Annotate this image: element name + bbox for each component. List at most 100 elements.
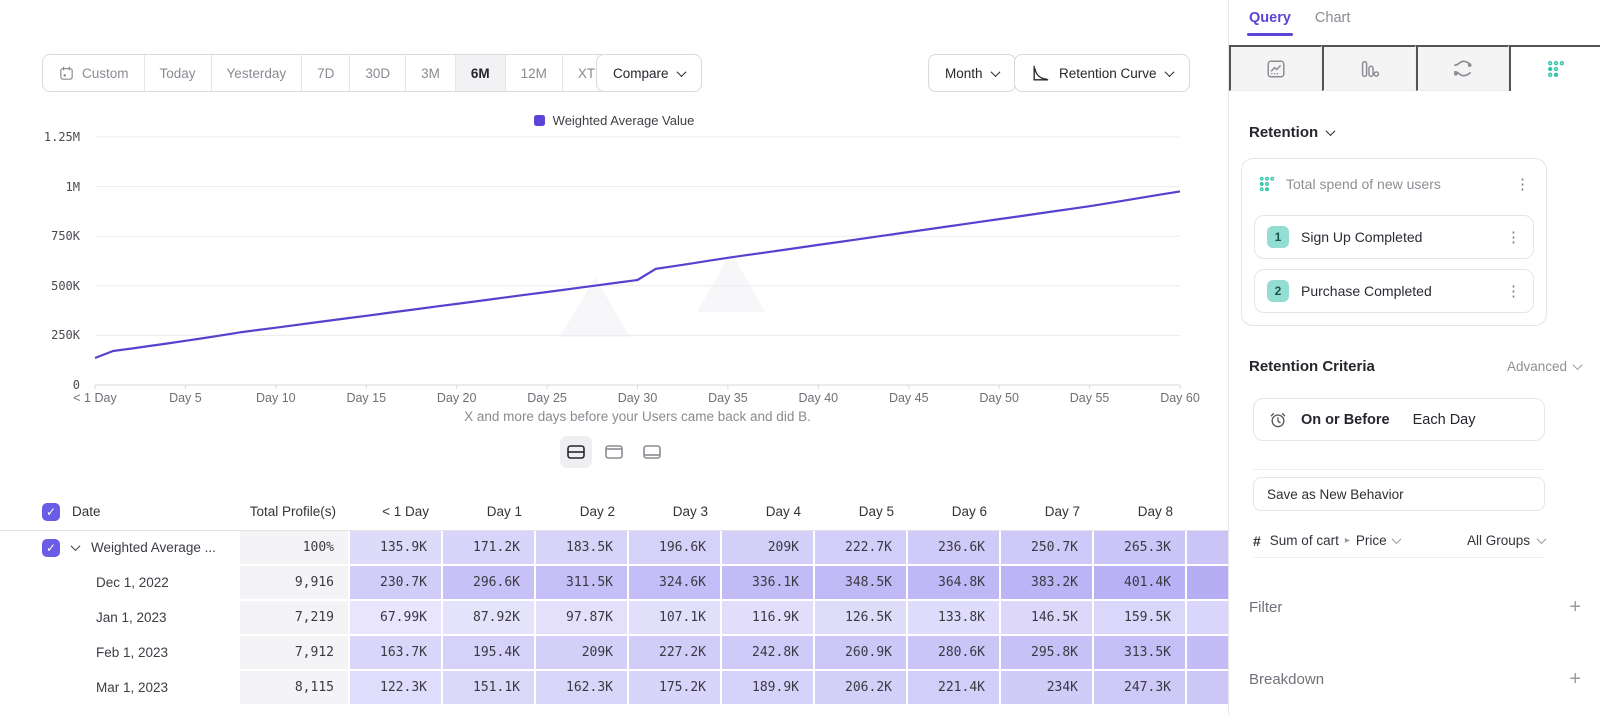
- column-header: Date: [72, 504, 101, 519]
- range-label: 12M: [521, 66, 547, 81]
- table-view-toggle[interactable]: [636, 436, 668, 468]
- chevron-down-icon: [676, 67, 686, 77]
- behavior-title[interactable]: Total spend of new users: [1286, 176, 1503, 192]
- retention-icon: [1546, 59, 1566, 79]
- range-today[interactable]: Today: [145, 55, 212, 91]
- x-axis-tick-label: Day 30: [618, 391, 658, 405]
- insights-icon: [1265, 58, 1287, 80]
- behavior-step-2[interactable]: 2 Purchase Completed ⋮: [1254, 269, 1534, 313]
- x-axis-tick-label: Day 55: [1070, 391, 1110, 405]
- table-cell: 133.8K: [908, 601, 1001, 636]
- watermark-triangle: [560, 277, 630, 337]
- chevron-down-icon[interactable]: [71, 541, 81, 551]
- criteria-timing-selector[interactable]: On or Before Each Day: [1253, 398, 1545, 441]
- chart-line: [95, 191, 1180, 358]
- range-6m[interactable]: 6M: [456, 55, 506, 91]
- table-cell: 311.5K: [536, 566, 629, 601]
- kebab-menu-icon[interactable]: ⋮: [1504, 228, 1523, 246]
- table-cell: 260.9K: [815, 636, 908, 671]
- sidebar-tabs: Query Chart: [1249, 10, 1350, 36]
- table-cell-partial: [1187, 671, 1228, 706]
- add-filter-button[interactable]: +: [1569, 597, 1581, 617]
- report-tab-funnels[interactable]: [1322, 45, 1415, 91]
- table-cell: 242.8K: [722, 636, 815, 671]
- table-row[interactable]: Mar 1, 20238,115122.3K151.1K162.3K175.2K…: [0, 671, 1228, 706]
- row-checkbox[interactable]: ✓: [42, 539, 60, 557]
- table-row[interactable]: Dec 1, 20229,916230.7K296.6K311.5K324.6K…: [0, 566, 1228, 601]
- range-7d[interactable]: 7D: [302, 55, 350, 91]
- table-cell: 236.6K: [908, 531, 1001, 566]
- y-axis-tick-label: 1.25M: [18, 130, 80, 144]
- add-breakdown-button[interactable]: +: [1569, 669, 1581, 689]
- chart-view-toggle[interactable]: [598, 436, 630, 468]
- x-axis-tick-label: < 1 Day: [73, 391, 116, 405]
- range-3m[interactable]: 3M: [406, 55, 456, 91]
- select-all-checkbox[interactable]: ✓: [42, 503, 60, 521]
- chart-caption: X and more days before your Users came b…: [95, 409, 1180, 424]
- split-view-toggle[interactable]: [560, 436, 592, 468]
- report-tab-insights[interactable]: [1229, 45, 1322, 91]
- range-30d[interactable]: 30D: [350, 55, 406, 91]
- table-row[interactable]: Feb 1, 20237,912163.7K195.4K209K227.2K24…: [0, 636, 1228, 671]
- step-label: Purchase Completed: [1301, 283, 1492, 299]
- tab-chart[interactable]: Chart: [1315, 10, 1350, 36]
- kebab-menu-icon[interactable]: ⋮: [1504, 282, 1523, 300]
- query-sidebar: Query Chart Retention Total spend of new…: [1228, 0, 1600, 715]
- filter-label: Filter: [1249, 599, 1282, 616]
- chart-view-icon: [605, 444, 623, 460]
- measure-row: # Sum of cart ▸ Price All Groups: [1253, 524, 1545, 558]
- behavior-card: Total spend of new users ⋮ 1 Sign Up Com…: [1241, 158, 1547, 326]
- table-cell: 230.7K: [350, 566, 443, 601]
- table-header-row: ✓DateTotal Profile(s)< 1 DayDay 1Day 2Da…: [0, 493, 1228, 531]
- breakdown-section: Breakdown +: [1249, 669, 1581, 689]
- table-cell: 175.2K: [629, 671, 722, 706]
- save-as-new-behavior-button[interactable]: Save as New Behavior: [1253, 477, 1545, 511]
- chart-legend[interactable]: Weighted Average Value: [0, 113, 1228, 128]
- range-label: 6M: [471, 66, 490, 81]
- x-axis-tick-label: Day 25: [527, 391, 567, 405]
- step-number-badge: 2: [1267, 280, 1289, 302]
- range-12m[interactable]: 12M: [506, 55, 563, 91]
- row-label: Feb 1, 2023: [96, 645, 168, 660]
- table-cell: 222.7K: [815, 531, 908, 566]
- report-tab-flows[interactable]: [1416, 45, 1509, 91]
- y-axis-tick-label: 500K: [18, 279, 80, 293]
- measure-property-dropdown[interactable]: Sum of cart ▸ Price: [1270, 533, 1400, 548]
- range-label: 30D: [365, 66, 390, 81]
- retention-section-header[interactable]: Retention: [1249, 124, 1334, 141]
- compare-button[interactable]: Compare: [596, 54, 702, 92]
- table-cell-partial: [1187, 531, 1228, 566]
- chart-type-button[interactable]: Retention Curve: [1014, 54, 1190, 92]
- y-axis-tick-label: 1M: [18, 180, 80, 194]
- group-filter-dropdown[interactable]: All Groups: [1467, 533, 1545, 548]
- x-axis-tick-label: Day 15: [346, 391, 386, 405]
- report-tab-retention[interactable]: [1509, 45, 1600, 91]
- tab-query[interactable]: Query: [1249, 10, 1291, 36]
- y-axis-tick-label: 0: [18, 378, 80, 392]
- x-axis-tick-label: Day 5: [169, 391, 202, 405]
- range-custom[interactable]: Custom: [43, 55, 145, 91]
- retention-table: ✓DateTotal Profile(s)< 1 DayDay 1Day 2Da…: [0, 493, 1228, 706]
- table-row[interactable]: ✓Weighted Average ...100%135.9K171.2K183…: [0, 531, 1228, 566]
- behavior-card-header: Total spend of new users ⋮: [1254, 171, 1534, 205]
- column-header: Day 5: [815, 493, 908, 530]
- granularity-label: Month: [945, 66, 983, 81]
- granularity-button[interactable]: Month: [928, 54, 1016, 92]
- divider: [1253, 469, 1545, 470]
- table-cell: 296.6K: [443, 566, 536, 601]
- criteria-mode-dropdown[interactable]: Advanced: [1507, 359, 1581, 374]
- total-profiles-cell: 7,219: [240, 601, 350, 636]
- kebab-menu-icon[interactable]: ⋮: [1513, 175, 1532, 193]
- step-number-badge: 1: [1267, 226, 1289, 248]
- table-cell: 146.5K: [1001, 601, 1094, 636]
- report-type-tabs: [1229, 45, 1600, 91]
- range-yesterday[interactable]: Yesterday: [212, 55, 303, 91]
- table-cell: 221.4K: [908, 671, 1001, 706]
- table-cell: 183.5K: [536, 531, 629, 566]
- timing-interval: Each Day: [1413, 412, 1476, 428]
- table-cell: 171.2K: [443, 531, 536, 566]
- calendar-icon: [58, 65, 75, 82]
- behavior-step-1[interactable]: 1 Sign Up Completed ⋮: [1254, 215, 1534, 259]
- table-row[interactable]: Jan 1, 20237,21967.99K87.92K97.87K107.1K…: [0, 601, 1228, 636]
- range-label: Yesterday: [227, 66, 287, 81]
